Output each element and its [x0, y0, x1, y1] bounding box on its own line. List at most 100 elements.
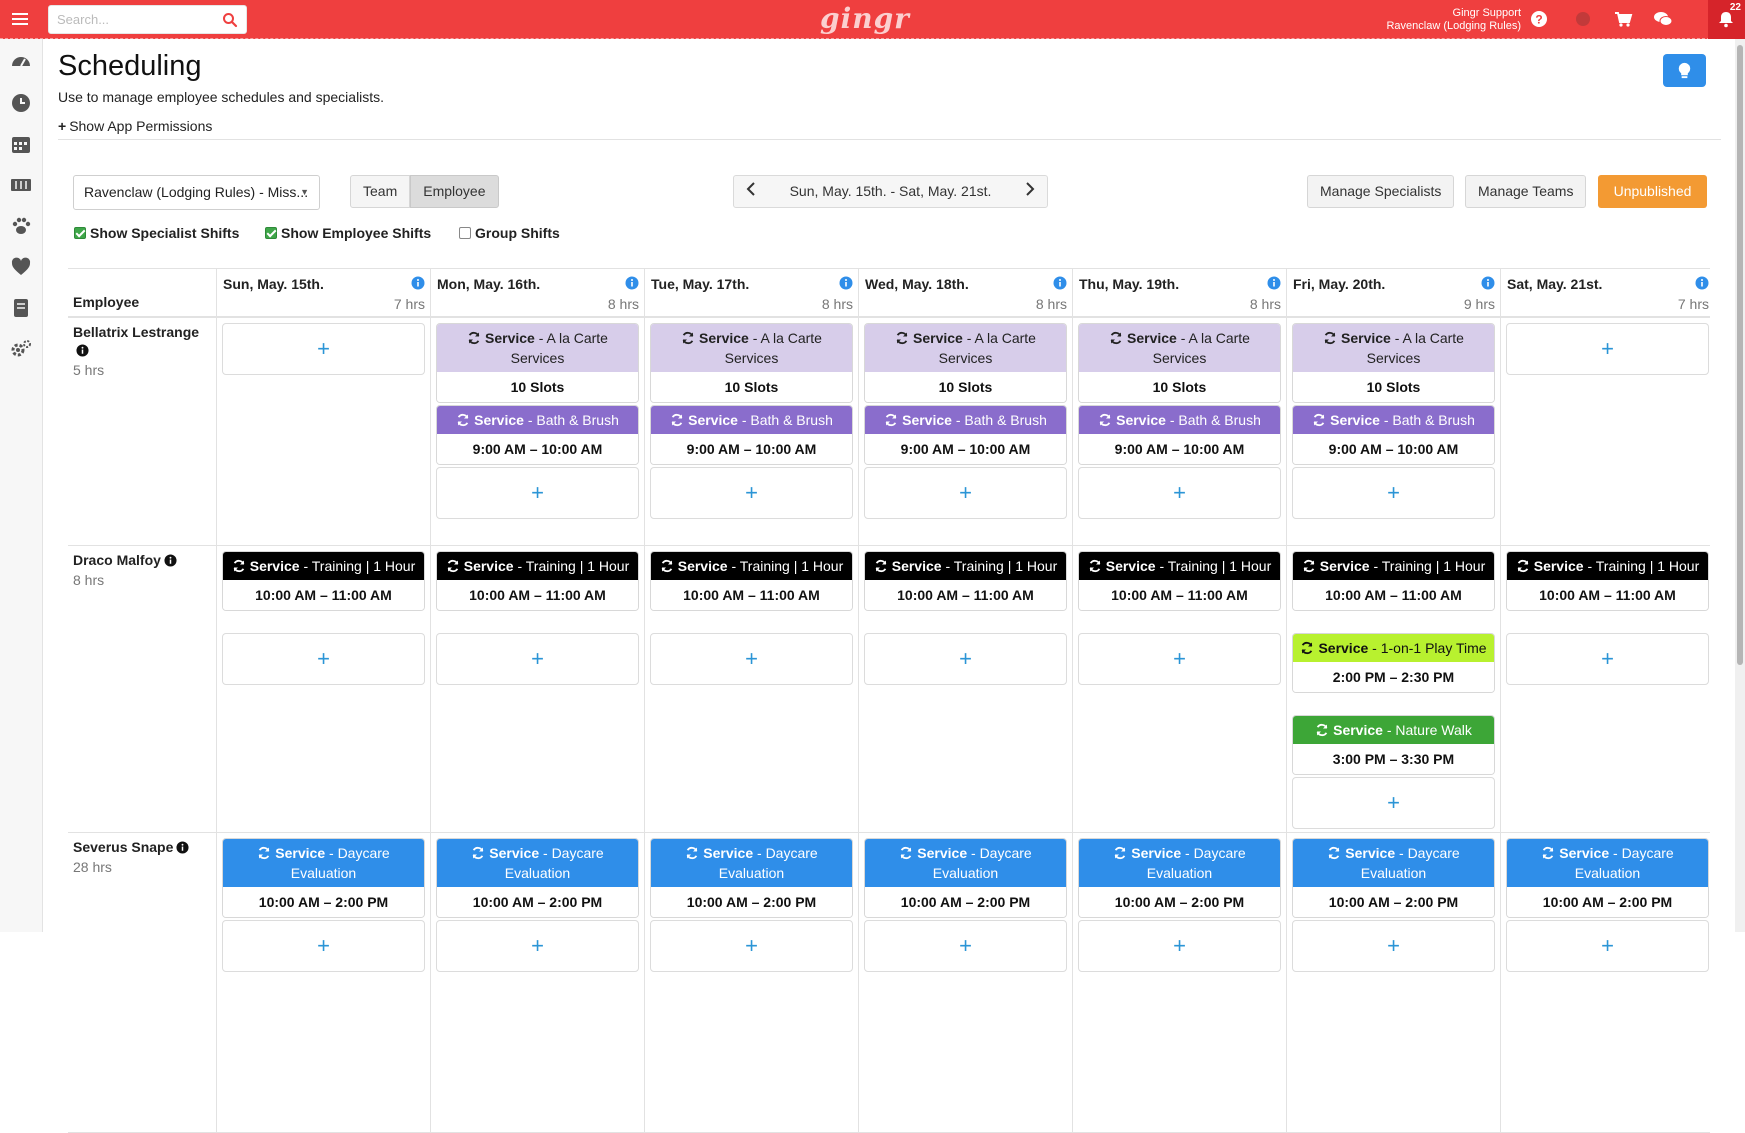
view-employee-button[interactable]: Employee	[410, 175, 499, 208]
next-week-button[interactable]	[1013, 176, 1047, 207]
add-shift-button[interactable]: +	[1506, 323, 1709, 375]
scrollbar[interactable]	[1735, 39, 1745, 932]
user-info[interactable]: Gingr Support Ravenclaw (Lodging Rules)	[1386, 7, 1521, 33]
add-shift-button[interactable]: +	[222, 323, 425, 375]
add-shift-button[interactable]: +	[1292, 777, 1495, 829]
shift-card[interactable]: Service - A la Carte Services 10 Slots	[436, 323, 639, 403]
info-icon[interactable]	[1481, 276, 1495, 290]
add-shift-button[interactable]: +	[650, 920, 853, 972]
chat-icon[interactable]	[1653, 9, 1673, 29]
group-shifts-checkbox[interactable]	[459, 227, 471, 239]
shift-card[interactable]: Service - Training | 1 Hour 10:00 AM – 11…	[1292, 551, 1495, 611]
employee-name[interactable]: Bellatrix Lestrange	[73, 323, 218, 359]
settings-icon[interactable]	[10, 338, 32, 360]
clock-icon[interactable]	[10, 92, 32, 114]
manage-specialists-button[interactable]: Manage Specialists	[1307, 175, 1455, 208]
ticket-icon[interactable]	[10, 174, 32, 196]
add-shift-button[interactable]: +	[436, 467, 639, 519]
show-employee-shifts-checkbox[interactable]	[265, 227, 277, 239]
info-icon[interactable]	[164, 554, 177, 567]
scrollbar-thumb[interactable]	[1737, 45, 1743, 665]
add-shift-button[interactable]: +	[222, 920, 425, 972]
shift-card[interactable]: Service - Bath & Brush 9:00 AM – 10:00 AM	[1078, 405, 1281, 465]
shift-card[interactable]: Service - Bath & Brush 9:00 AM – 10:00 AM	[650, 405, 853, 465]
heart-icon[interactable]	[10, 256, 32, 278]
show-employee-shifts-toggle[interactable]: Show Employee Shifts	[265, 224, 431, 242]
shift-card[interactable]: Service - Daycare Evaluation 10:00 AM – 2…	[1506, 838, 1709, 918]
shift-card[interactable]: Service - Bath & Brush 9:00 AM – 10:00 AM	[864, 405, 1067, 465]
shift-card[interactable]: Service - A la Carte Services 10 Slots	[1292, 323, 1495, 403]
add-shift-button[interactable]: +	[650, 467, 853, 519]
shift-card[interactable]: Service - Nature Walk 3:00 PM – 3:30 PM	[1292, 715, 1495, 775]
shift-card[interactable]: Service - Daycare Evaluation 10:00 AM – 2…	[650, 838, 853, 918]
add-shift-button[interactable]: +	[1506, 920, 1709, 972]
add-shift-button[interactable]: +	[1078, 920, 1281, 972]
shift-card[interactable]: Service - Training | 1 Hour 10:00 AM – 11…	[650, 551, 853, 611]
book-icon[interactable]	[10, 297, 32, 319]
help-icon[interactable]: ?	[1529, 9, 1549, 29]
shift-card[interactable]: Service - Training | 1 Hour 10:00 AM – 11…	[1506, 551, 1709, 611]
recurring-icon	[1324, 331, 1336, 345]
shift-card[interactable]: Service - Bath & Brush 9:00 AM – 10:00 AM	[1292, 405, 1495, 465]
shift-card[interactable]: Service - A la Carte Services 10 Slots	[1078, 323, 1281, 403]
shift-card[interactable]: Service - A la Carte Services 10 Slots	[650, 323, 853, 403]
add-shift-button[interactable]: +	[1078, 467, 1281, 519]
plus-icon: +	[1601, 336, 1614, 361]
dashboard-icon[interactable]	[10, 51, 32, 73]
paw-icon[interactable]	[10, 215, 32, 237]
info-icon[interactable]	[625, 276, 639, 290]
add-shift-button[interactable]: +	[1506, 633, 1709, 685]
view-team-button[interactable]: Team	[350, 175, 411, 208]
add-shift-button[interactable]: +	[436, 633, 639, 685]
shift-card[interactable]: Service - Training | 1 Hour 10:00 AM – 11…	[436, 551, 639, 611]
info-icon[interactable]	[839, 276, 853, 290]
shift-card[interactable]: Service - Daycare Evaluation 10:00 AM – 2…	[222, 838, 425, 918]
shift-card[interactable]: Service - Training | 1 Hour 10:00 AM – 11…	[222, 551, 425, 611]
shift-card[interactable]: Service - Bath & Brush 9:00 AM – 10:00 AM	[436, 405, 639, 465]
add-shift-button[interactable]: +	[1292, 920, 1495, 972]
show-specialist-shifts-toggle[interactable]: Show Specialist Shifts	[74, 224, 239, 242]
status-dot-icon[interactable]	[1573, 9, 1593, 29]
manage-teams-button[interactable]: Manage Teams	[1465, 175, 1587, 208]
add-shift-button[interactable]: +	[1292, 467, 1495, 519]
info-icon[interactable]	[176, 841, 189, 854]
show-specialist-shifts-checkbox[interactable]	[74, 227, 86, 239]
add-shift-button[interactable]: +	[864, 920, 1067, 972]
gingr-logo[interactable]: gingr	[820, 2, 909, 36]
shift-card[interactable]: Service - Daycare Evaluation 10:00 AM – 2…	[864, 838, 1067, 918]
cart-icon[interactable]	[1613, 9, 1633, 29]
tips-button[interactable]	[1663, 54, 1706, 87]
info-icon[interactable]	[76, 344, 89, 357]
search-input[interactable]	[49, 6, 209, 33]
shift-card[interactable]: Service - Daycare Evaluation 10:00 AM – 2…	[1078, 838, 1281, 918]
add-shift-button[interactable]: +	[650, 633, 853, 685]
add-shift-button[interactable]: +	[222, 633, 425, 685]
calendar-icon[interactable]	[10, 133, 32, 155]
info-icon[interactable]	[411, 276, 425, 290]
location-select[interactable]: Ravenclaw (Lodging Rules) - Miss... ▼	[73, 175, 320, 210]
unpublished-button[interactable]: Unpublished	[1598, 175, 1707, 208]
shift-card[interactable]: Service - Training | 1 Hour 10:00 AM – 11…	[864, 551, 1067, 611]
shift-card[interactable]: Service - Training | 1 Hour 10:00 AM – 11…	[1078, 551, 1281, 611]
info-icon[interactable]	[1267, 276, 1281, 290]
divider	[58, 139, 1721, 140]
menu-icon[interactable]	[10, 9, 30, 29]
shift-card[interactable]: Service - Daycare Evaluation 10:00 AM – 2…	[436, 838, 639, 918]
info-icon[interactable]	[1695, 276, 1709, 290]
add-shift-button[interactable]: +	[864, 467, 1067, 519]
show-permissions-link[interactable]: + Show App Permissions	[58, 118, 212, 134]
week-range[interactable]: Sun, May. 15th. - Sat, May. 21st.	[768, 176, 1013, 207]
shift-card[interactable]: Service - Daycare Evaluation 10:00 AM – 2…	[1292, 838, 1495, 918]
notifications[interactable]: 22	[1708, 0, 1745, 39]
add-shift-button[interactable]: +	[1078, 633, 1281, 685]
search-icon[interactable]	[222, 12, 238, 28]
group-shifts-toggle[interactable]: Group Shifts	[459, 224, 560, 242]
employee-name[interactable]: Severus Snape	[73, 838, 218, 856]
previous-week-button[interactable]	[734, 176, 768, 207]
add-shift-button[interactable]: +	[864, 633, 1067, 685]
add-shift-button[interactable]: +	[436, 920, 639, 972]
shift-card[interactable]: Service - A la Carte Services 10 Slots	[864, 323, 1067, 403]
info-icon[interactable]	[1053, 276, 1067, 290]
shift-card[interactable]: Service - 1-on-1 Play Time 2:00 PM – 2:30…	[1292, 633, 1495, 693]
employee-name[interactable]: Draco Malfoy	[73, 551, 218, 569]
